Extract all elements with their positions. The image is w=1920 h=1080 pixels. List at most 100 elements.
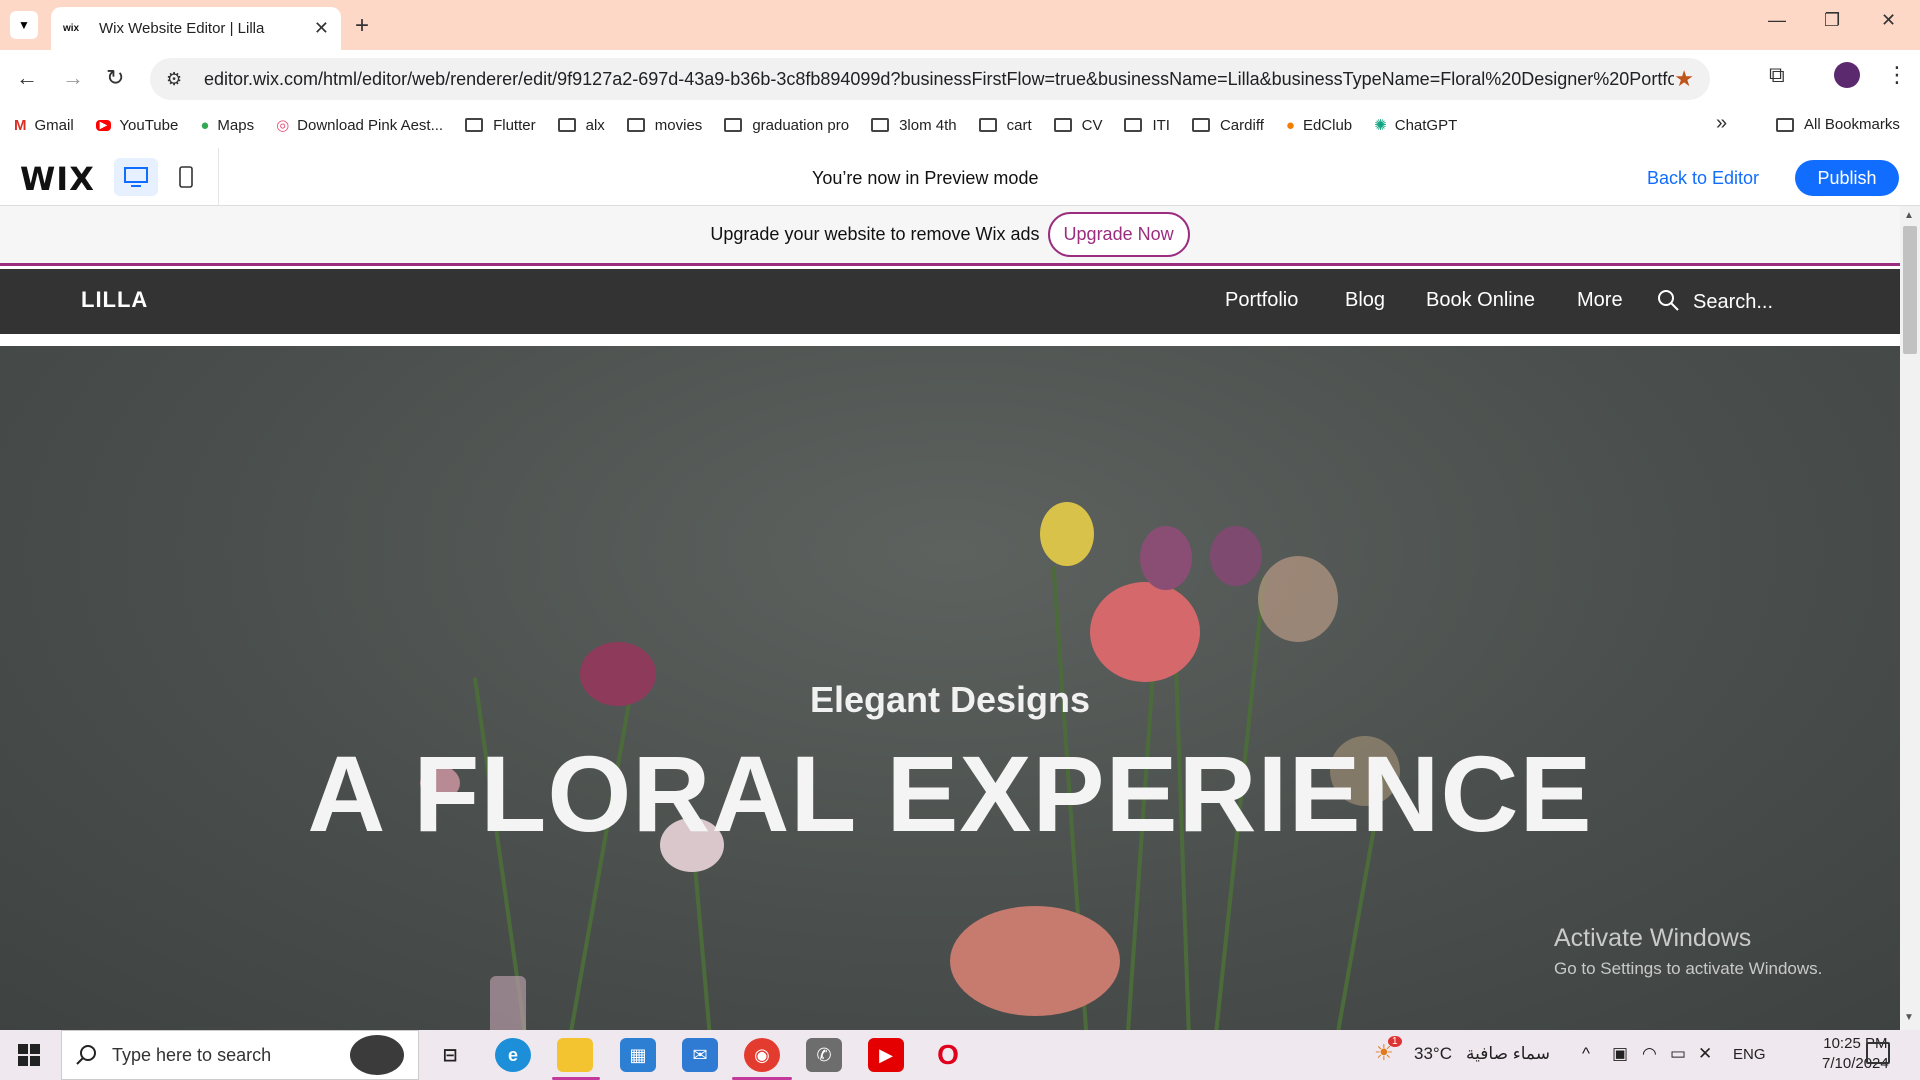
all-bookmarks[interactable]: All Bookmarks [1776, 116, 1900, 133]
bookmark-maps[interactable]: ● Maps [200, 117, 254, 134]
url-bar[interactable]: ⚙ editor.wix.com/html/editor/web/rendere… [150, 58, 1710, 100]
browser-tab[interactable]: wix Wix Website Editor | Lilla ✕ [51, 7, 341, 50]
tab-search-button[interactable]: ▼ [10, 11, 38, 39]
wifi-icon[interactable]: ◠ [1642, 1044, 1657, 1064]
site-header: LILLA Portfolio Blog Book Online More Se… [0, 269, 1900, 334]
scroll-up-icon[interactable]: ▲ [1904, 210, 1914, 221]
nav-blog[interactable]: Blog [1345, 289, 1385, 312]
bookmark-alx[interactable]: alx [557, 117, 605, 134]
wix-favicon-icon: wix [63, 23, 80, 34]
scroll-down-icon[interactable]: ▼ [1904, 1012, 1914, 1023]
folder-icon [465, 118, 484, 132]
microsoft-store-icon[interactable]: ▦ [620, 1038, 656, 1072]
folder-icon [871, 118, 890, 132]
preview-mode-message: You’re now in Preview mode [812, 168, 1039, 188]
mobile-icon [179, 166, 193, 188]
edge-icon[interactable]: e [495, 1038, 531, 1072]
folder-icon [626, 118, 645, 132]
hero-subtitle: Elegant Designs [809, 679, 1091, 720]
extensions-icon[interactable]: ⧉ [1769, 62, 1785, 88]
language-indicator[interactable]: ENG [1733, 1046, 1766, 1063]
site-info-icon[interactable]: ⚙ [166, 69, 196, 90]
search-icon[interactable] [1657, 289, 1679, 311]
more-bookmarks-icon[interactable]: » [1716, 112, 1727, 135]
weather-temp[interactable]: 33°C [1414, 1044, 1452, 1064]
search-icon [76, 1045, 96, 1065]
folder-icon [1124, 118, 1143, 132]
folder-icon [557, 118, 576, 132]
upgrade-now-button[interactable]: Upgrade Now [1047, 212, 1190, 257]
back-to-editor-link[interactable]: Back to Editor [1647, 168, 1759, 189]
taskbar-search-placeholder: Type here to search [112, 1044, 272, 1065]
file-explorer-icon[interactable] [557, 1038, 593, 1072]
profile-avatar[interactable] [1834, 62, 1860, 88]
close-tab-icon[interactable]: ✕ [314, 18, 329, 39]
windows-taskbar: Type here to search ⊟ e ▦ ✉ ◉ ✆ ▶ O ☀ 1 … [0, 1030, 1920, 1080]
site-search-input[interactable]: Search... [1693, 291, 1773, 314]
site-logo[interactable]: LILLA [81, 287, 148, 313]
scrollbar-thumb[interactable] [1903, 226, 1917, 354]
url-text[interactable]: editor.wix.com/html/editor/web/renderer/… [204, 69, 1674, 90]
bookmark-iti[interactable]: ITI [1124, 117, 1170, 134]
youtube-icon[interactable]: ▶ [868, 1038, 904, 1072]
edclub-icon: ● [1285, 116, 1295, 134]
mobile-view-button[interactable] [164, 158, 208, 196]
bookmark-graduation-pro[interactable]: graduation pro [724, 117, 849, 134]
meet-icon[interactable]: ▣ [1612, 1044, 1628, 1064]
back-arrow-icon[interactable]: ← [16, 65, 38, 91]
browser-tab-strip: ▼ wix Wix Website Editor | Lilla ✕ + — ❐… [0, 0, 1920, 50]
desktop-icon [124, 167, 148, 187]
forward-arrow-icon[interactable]: → [62, 65, 84, 91]
address-toolbar: ← → ↻ ⚙ editor.wix.com/html/editor/web/r… [0, 50, 1920, 108]
browser-menu-icon[interactable]: ⋮ [1886, 62, 1908, 88]
watermark-line-2: Go to Settings to activate Windows. [1554, 959, 1823, 978]
chrome-icon[interactable]: ◉ [744, 1038, 780, 1072]
bookmark-cart[interactable]: cart [978, 117, 1032, 134]
notifications-icon[interactable] [1866, 1042, 1890, 1064]
activate-windows-watermark: Activate Windows Go to Settings to activ… [1554, 924, 1822, 979]
windows-start-icon[interactable] [18, 1044, 40, 1066]
minimize-icon[interactable]: — [1768, 10, 1786, 31]
bookmark-download-pink[interactable]: ◎ Download Pink Aest... [276, 116, 443, 135]
bookmark-youtube[interactable]: ▶ YouTube [95, 117, 178, 134]
toolbar-divider [218, 148, 219, 206]
bookmark-star-icon[interactable]: ★ [1674, 66, 1694, 92]
bookmark-3lom-4th[interactable]: 3lom 4th [871, 117, 957, 134]
bookmark-edclub[interactable]: ● EdClub [1286, 117, 1352, 134]
nav-more[interactable]: More [1577, 289, 1623, 312]
bookmark-chatgpt[interactable]: ✺ ChatGPT [1374, 116, 1457, 135]
toucan-search-art [350, 1035, 404, 1075]
nav-portfolio[interactable]: Portfolio [1225, 289, 1298, 312]
show-hidden-icons-icon[interactable]: ^ [1582, 1044, 1590, 1064]
wix-preview-toolbar: WIX You’re now in Preview mode Back to E… [0, 148, 1920, 206]
restore-icon[interactable]: ❐ [1824, 10, 1840, 31]
wix-logo: WIX [20, 160, 95, 198]
folder-icon [1191, 118, 1210, 132]
bookmark-flutter[interactable]: Flutter [465, 117, 536, 134]
watermark-line-1: Activate Windows [1554, 924, 1752, 952]
nav-book-online[interactable]: Book Online [1426, 289, 1535, 312]
volume-muted-icon[interactable]: ✕ [1698, 1044, 1712, 1064]
whatsapp-icon[interactable]: ✆ [806, 1038, 842, 1072]
battery-icon[interactable]: ▭ [1670, 1044, 1686, 1064]
opera-icon[interactable]: O [930, 1038, 966, 1072]
bookmark-movies[interactable]: movies [626, 117, 702, 134]
bookmark-gmail[interactable]: M Gmail [14, 117, 74, 134]
reload-icon[interactable]: ↻ [106, 65, 124, 91]
ads-banner-text: Upgrade your website to remove Wix ads [710, 224, 1040, 244]
bookmark-cardiff[interactable]: Cardiff [1191, 117, 1264, 134]
tab-title: Wix Website Editor | Lilla [99, 20, 265, 37]
weather-description[interactable]: سماء صافية [1464, 1044, 1552, 1064]
mail-icon[interactable]: ✉ [682, 1038, 718, 1072]
folder-icon [724, 118, 743, 132]
folder-icon [1053, 118, 1072, 132]
task-view-icon[interactable]: ⊟ [432, 1038, 468, 1072]
new-tab-icon[interactable]: + [355, 12, 369, 40]
publish-button[interactable]: Publish [1795, 160, 1899, 196]
ring-icon: ◎ [276, 117, 290, 134]
taskbar-search-box[interactable]: Type here to search [61, 1030, 419, 1080]
close-window-icon[interactable]: ✕ [1881, 10, 1896, 31]
desktop-view-button[interactable] [114, 158, 158, 196]
bookmark-cv[interactable]: CV [1053, 117, 1102, 134]
maps-icon: ● [200, 116, 210, 134]
